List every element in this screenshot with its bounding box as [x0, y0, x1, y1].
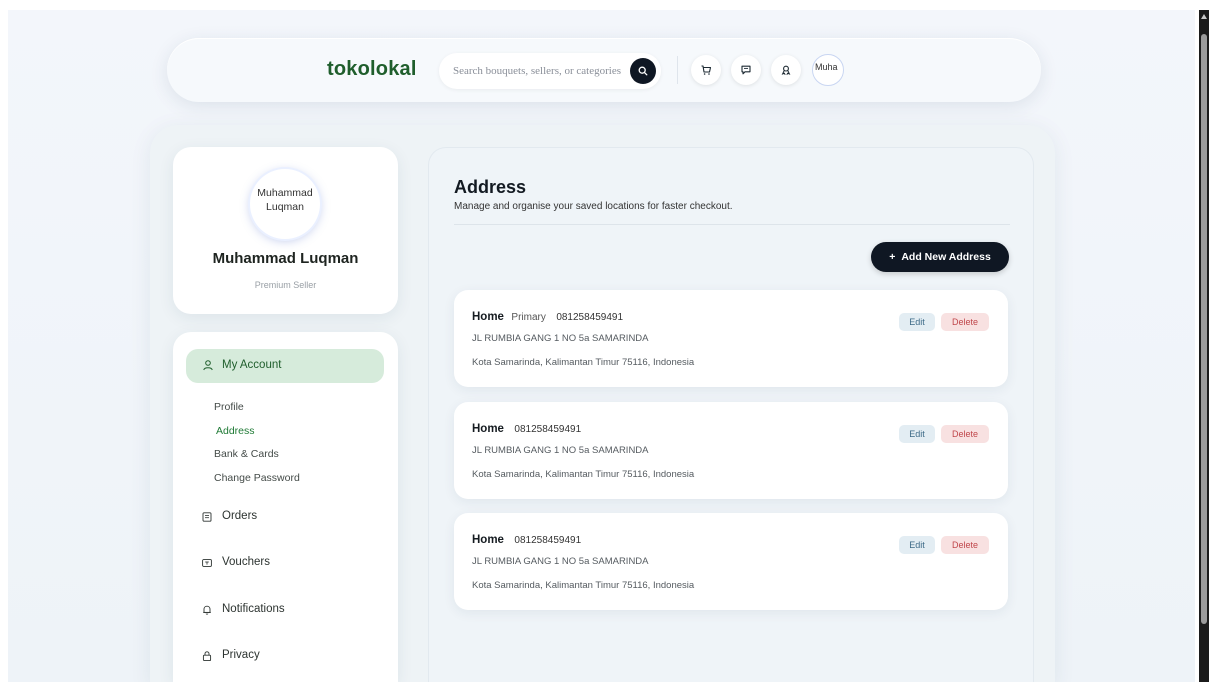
brand-logo[interactable]: tokolokal — [327, 58, 417, 81]
chat-icon — [741, 65, 751, 75]
profile-avatar-alt-line1: Muhammad — [257, 187, 313, 199]
page-title: Address — [454, 177, 527, 197]
scrollbar-thumb[interactable] — [1201, 34, 1207, 624]
search-bar — [439, 53, 661, 89]
page-subtitle: Manage and organise your saved locations… — [454, 201, 733, 212]
address-street: JL RUMBIA GANG 1 NO 5a SAMARINDA — [472, 556, 649, 567]
edit-address-button[interactable]: Edit — [899, 313, 935, 331]
page-scrollbar[interactable] — [1199, 10, 1209, 682]
address-label: Home — [472, 534, 504, 546]
address-phone: 081258459491 — [556, 312, 624, 323]
address-city: Kota Samarinda, Kalimantan Timur 75116, … — [472, 469, 695, 480]
ticket-icon — [202, 559, 212, 567]
edit-address-button[interactable]: Edit — [899, 536, 935, 554]
delete-address-button[interactable]: Delete — [941, 536, 989, 554]
header-avatar[interactable]: Muha — [812, 54, 844, 86]
sidebar-item-label: Notifications — [222, 603, 285, 615]
sidebar-item-label: Orders — [222, 510, 258, 522]
delete-address-button[interactable]: Delete — [941, 425, 989, 443]
subnav-bank-cards[interactable]: Bank & Cards — [214, 448, 279, 460]
address-panel: Address Manage and organise your saved l… — [428, 147, 1034, 682]
sidebar-item-label: Privacy — [222, 649, 260, 661]
favorites-button[interactable] — [771, 55, 801, 85]
add-new-address-label: Add New Address — [901, 251, 991, 263]
address-header: Home 081258459491 — [472, 530, 581, 548]
subnav-profile[interactable]: Profile — [214, 401, 244, 413]
primary-badge: Primary — [511, 312, 546, 323]
subnav-change-password[interactable]: Change Password — [214, 472, 300, 484]
plus-icon: + — [889, 251, 896, 263]
search-button[interactable] — [630, 58, 656, 84]
address-card: Home 081258459491 JL RUMBIA GANG 1 NO 5a… — [454, 513, 1008, 610]
address-city: Kota Samarinda, Kalimantan Timur 75116, … — [472, 580, 695, 591]
divider — [454, 224, 1010, 225]
profile-role: Premium Seller — [254, 280, 317, 290]
sidebar-nav: My Account Profile Address Bank & Cards … — [173, 332, 398, 682]
address-label: Home — [472, 311, 504, 323]
address-header: Home Primary 081258459491 — [472, 307, 623, 325]
ribbon-icon — [781, 65, 791, 76]
sidebar-item-label: My Account — [222, 359, 282, 371]
address-card: Home Primary 081258459491 JL RUMBIA GANG… — [454, 290, 1008, 387]
address-city: Kota Samarinda, Kalimantan Timur 75116, … — [472, 357, 695, 368]
chat-button[interactable] — [731, 55, 761, 85]
user-icon — [203, 360, 213, 371]
profile-avatar-alt-line2: Luqman — [266, 201, 304, 213]
address-label: Home — [472, 423, 504, 435]
sidebar-item-my-account[interactable]: My Account — [186, 349, 384, 383]
cart-button[interactable] — [691, 55, 721, 85]
top-header: tokolokal Muha — [167, 38, 1041, 102]
header-avatar-alt: Muha — [815, 62, 838, 72]
profile-name: Muhammad Luqman — [212, 250, 359, 267]
lock-icon — [202, 651, 212, 662]
cart-icon — [701, 65, 712, 75]
scroll-up-arrow-icon[interactable] — [1201, 14, 1207, 19]
address-phone: 081258459491 — [514, 535, 582, 546]
address-card: Home 081258459491 JL RUMBIA GANG 1 NO 5a… — [454, 402, 1008, 499]
search-input[interactable] — [453, 62, 625, 80]
address-street: JL RUMBIA GANG 1 NO 5a SAMARINDA — [472, 333, 649, 344]
header-divider — [677, 56, 678, 84]
subnav-address[interactable]: Address — [216, 425, 255, 437]
edit-address-button[interactable]: Edit — [899, 425, 935, 443]
add-new-address-button[interactable]: + Add New Address — [871, 242, 1009, 272]
profile-card: Muhammad Luqman Muhammad Luqman Premium … — [173, 147, 398, 314]
delete-address-button[interactable]: Delete — [941, 313, 989, 331]
profile-avatar[interactable]: Muhammad Luqman — [250, 169, 320, 239]
address-street: JL RUMBIA GANG 1 NO 5a SAMARINDA — [472, 445, 649, 456]
sidebar-item-label: Vouchers — [222, 556, 270, 568]
bell-icon — [203, 605, 211, 615]
address-header: Home 081258459491 — [472, 419, 581, 437]
address-phone: 081258459491 — [514, 424, 582, 435]
search-icon — [638, 66, 648, 76]
receipt-icon — [202, 512, 212, 522]
